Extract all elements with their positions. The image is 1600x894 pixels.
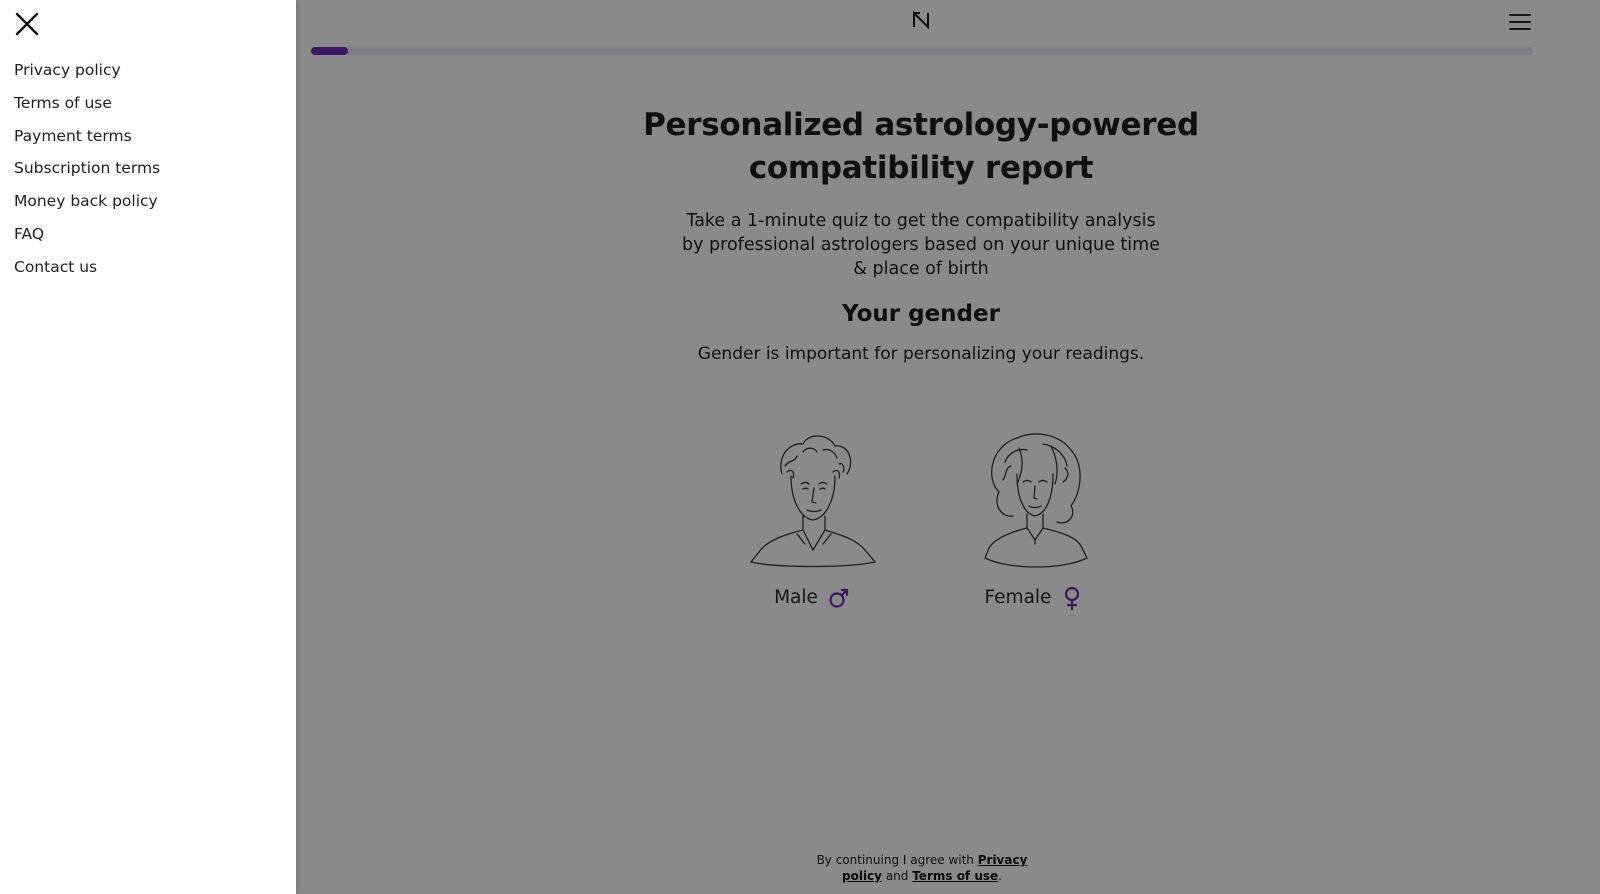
drawer-menu: Privacy policy Terms of use Payment term… [14,60,160,290]
side-drawer: Privacy policy Terms of use Payment term… [0,0,296,894]
close-icon[interactable] [14,11,40,37]
menu-item-money-back-policy[interactable]: Money back policy [14,191,160,224]
menu-item-contact-us[interactable]: Contact us [14,257,160,290]
menu-item-subscription-terms[interactable]: Subscription terms [14,158,160,191]
menu-item-privacy-policy[interactable]: Privacy policy [14,60,160,93]
menu-item-payment-terms[interactable]: Payment terms [14,126,160,159]
menu-item-faq[interactable]: FAQ [14,224,160,257]
menu-item-terms-of-use[interactable]: Terms of use [14,93,160,126]
